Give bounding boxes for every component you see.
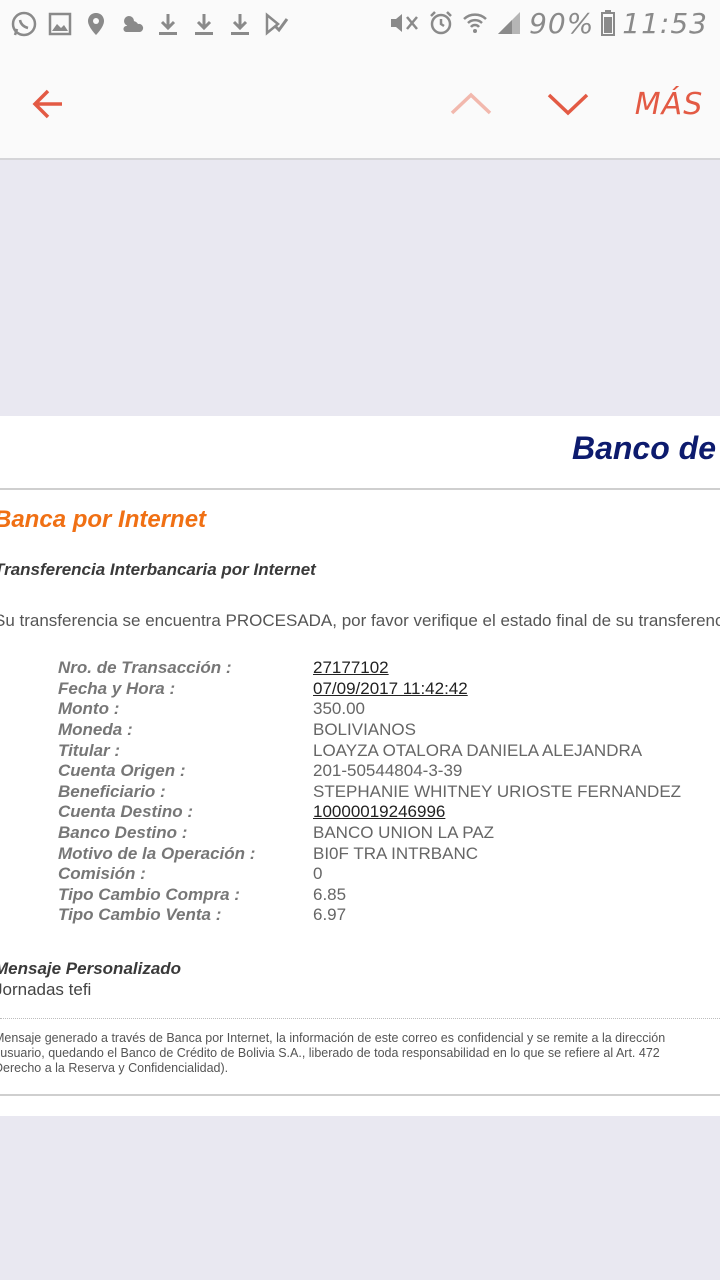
disclaimer-line: l usuario, quedando el Banco de Crédito … [0, 1046, 660, 1060]
detail-label: Nro. de Transacción : [58, 658, 232, 678]
wifi-icon [463, 13, 487, 33]
detail-row: Moneda : BOLIVIANOS [58, 720, 681, 741]
detail-row: Motivo de la Operación : BI0F TRA INTRBAN… [58, 843, 681, 864]
detail-label: Titular : [58, 740, 121, 760]
detail-value-link[interactable]: 07/09/2017 11:42:42 [313, 679, 468, 699]
detail-label: Tipo Cambio Compra : [58, 884, 240, 904]
disclaimer-line: Derecho a la Reserva y Confidencialidad)… [0, 1061, 229, 1075]
header-divider [0, 488, 720, 490]
mute-icon [391, 14, 419, 32]
disclaimer-line: Mensaje generado a través de Banca por I… [0, 1031, 666, 1045]
detail-row: Tipo Cambio Venta : 6.97 [58, 905, 681, 926]
detail-row: Tipo Cambio Compra : 6.85 [58, 885, 681, 906]
detail-value: 6.97 [313, 905, 347, 925]
personal-message-heading: Mensaje Personalizado [0, 959, 182, 978]
detail-label: Beneficiario : [58, 781, 166, 801]
image-icon [48, 12, 72, 36]
footer-divider [0, 1094, 720, 1096]
detail-value: STEPHANIE WHITNEY URIOSTE FERNANDEZ [313, 781, 682, 801]
more-button[interactable]: MÁS [635, 76, 702, 132]
battery-percent: 90% [529, 6, 595, 40]
detail-row: Titular : LOAYZA OTALORA DANIELA ALEJANDR… [58, 740, 681, 761]
detail-value-link[interactable]: 10000019246996 [313, 802, 445, 822]
detail-row: Fecha y Hora : 07/09/2017 11:42:42 [58, 679, 681, 700]
transfer-subtitle: Transferencia Interbancaria por Internet [0, 560, 316, 579]
detail-row: Beneficiario : STEPHANIE WHITNEY URIOSTE … [58, 782, 681, 803]
battery-icon [601, 10, 616, 36]
notification-icons [10, 8, 290, 40]
bank-title: Banco de [571, 430, 716, 466]
detail-value: LOAYZA OTALORA DANIELA ALEJANDRA [313, 740, 643, 760]
detail-label: Moneda : [58, 720, 133, 740]
detail-value: BANCO UNION LA PAZ [313, 823, 495, 843]
detail-label: Monto : [58, 699, 120, 719]
detail-value: BI0F TRA INTRBANC [313, 843, 478, 863]
detail-row: Cuenta Origen : 201-50544804-3-39 [58, 761, 681, 782]
status-bar: 90% 11:53 [0, 0, 720, 48]
detail-row: Banco Destino : BANCO UNION LA PAZ [58, 823, 681, 844]
whatsapp-icon [11, 11, 37, 37]
back-button[interactable] [24, 76, 72, 132]
previous-button[interactable] [446, 76, 496, 132]
ad-placeholder [0, 160, 720, 416]
location-icon [88, 13, 104, 35]
detail-label: Cuenta Destino : [58, 802, 194, 822]
transaction-details: Nro. de Transacción : 27177102 Fecha y Ho… [58, 658, 681, 926]
weather-icon [123, 16, 144, 32]
next-button[interactable] [543, 76, 593, 132]
detail-row: Comisión : 0 [58, 864, 681, 885]
detail-row: Monto : 350.00 [58, 699, 681, 720]
status-message: Su transferencia se encuentra PROCESADA,… [0, 611, 720, 630]
clock: 11:53 [622, 6, 708, 40]
download-icon [231, 14, 249, 35]
detail-value: 6.85 [313, 884, 347, 904]
detail-value: 0 [313, 864, 323, 884]
detail-row: Nro. de Transacción : 27177102 [58, 658, 681, 679]
bottom-placeholder [0, 1116, 720, 1280]
dotted-divider [0, 1018, 720, 1019]
disclaimer: Mensaje generado a través de Banca por I… [0, 1031, 665, 1076]
check-icon [265, 12, 289, 36]
detail-label: Cuenta Origen : [58, 761, 186, 781]
toolbar: MÁS [0, 48, 720, 160]
detail-label: Fecha y Hora : [58, 678, 176, 698]
chevron-up-icon [450, 92, 492, 115]
signal-icon [498, 12, 521, 34]
detail-label: Motivo de la Operación : [58, 843, 256, 863]
detail-value: 350.00 [313, 699, 365, 719]
email-body: Banco de Banca por Internet Transferenci… [0, 416, 720, 1116]
detail-label: Comisión : [58, 864, 146, 884]
download-icon [195, 14, 213, 35]
alarm-icon [430, 11, 452, 35]
detail-label: Banco Destino : [58, 823, 188, 843]
banca-heading: Banca por Internet [0, 506, 207, 533]
system-icons: 90% 11:53 [387, 6, 708, 40]
detail-value-link[interactable]: 27177102 [313, 658, 389, 678]
detail-value: 201-50544804-3-39 [313, 761, 463, 781]
detail-label: Tipo Cambio Venta : [58, 905, 222, 925]
chevron-down-icon [547, 93, 589, 116]
personal-message-body: Jornadas tefi [0, 980, 92, 999]
download-icon [159, 14, 177, 35]
detail-value: BOLIVIANOS [313, 720, 416, 740]
detail-row: Cuenta Destino : 10000019246996 [58, 802, 681, 823]
arrow-left-icon [32, 89, 62, 119]
